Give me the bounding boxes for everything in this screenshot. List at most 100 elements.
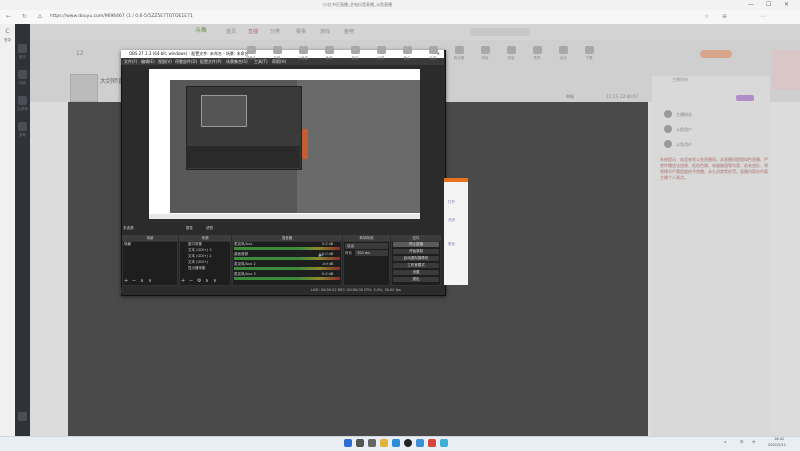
clock-date[interactable]: 2022/2/11 bbox=[768, 443, 786, 447]
streamer-avatar[interactable] bbox=[70, 74, 98, 102]
menu-profile[interactable]: 配置文件(P) bbox=[200, 58, 222, 65]
category-item[interactable]: 下载 bbox=[578, 46, 600, 61]
remove-scene-button[interactable]: − bbox=[132, 278, 136, 284]
settings-icon[interactable]: ⋯ bbox=[760, 13, 766, 20]
ime-indicator[interactable]: 中 bbox=[740, 440, 744, 445]
url-input[interactable]: https://www.douyu.com/9696467 (1 / 0.6-5… bbox=[50, 12, 330, 21]
scene-down-button[interactable]: ∨ bbox=[148, 278, 152, 284]
scene-up-button[interactable]: ∧ bbox=[140, 278, 144, 284]
speaker-icon[interactable]: 🔈 bbox=[318, 252, 324, 258]
photos-icon[interactable] bbox=[440, 439, 448, 447]
menu-view[interactable]: 视图(V) bbox=[158, 58, 172, 65]
menu-docks[interactable]: 停靠部件(D) bbox=[175, 58, 197, 65]
edge-icon[interactable] bbox=[392, 439, 400, 447]
category-item[interactable]: 贵族 bbox=[474, 46, 496, 61]
scene-item[interactable]: 场景 bbox=[124, 242, 131, 247]
minimize-button[interactable]: — bbox=[748, 1, 754, 8]
studio-mode-button[interactable]: 工作室模式 bbox=[393, 263, 439, 268]
report-button[interactable]: 举报 bbox=[566, 94, 574, 100]
source-down-button[interactable]: ∨ bbox=[213, 278, 217, 284]
category-item[interactable]: 鱼吧 bbox=[318, 46, 340, 61]
settings-button[interactable]: 设置 bbox=[393, 270, 439, 275]
category-item[interactable]: 开播 bbox=[266, 46, 288, 61]
source-item[interactable]: 窗口采集 bbox=[181, 242, 236, 247]
menu-file[interactable]: 文件(F) bbox=[124, 58, 137, 65]
nested-obs-preview bbox=[201, 95, 247, 127]
nav-item-live[interactable]: 直播 bbox=[248, 28, 258, 35]
popup-line[interactable]: 打开 bbox=[448, 200, 455, 205]
nav-item-forum[interactable]: 鱼吧 bbox=[344, 28, 354, 35]
source-item[interactable]: 显示器采集 bbox=[181, 266, 236, 271]
source-settings-icon[interactable]: ⚙ bbox=[197, 278, 201, 284]
game-icon[interactable] bbox=[18, 122, 27, 131]
category-icon bbox=[272, 46, 282, 54]
exit-button[interactable]: 退出 bbox=[393, 277, 439, 282]
sidebar-user[interactable]: 登录 bbox=[2, 38, 13, 43]
source-item[interactable]: 文本 (GDI+) bbox=[181, 260, 236, 265]
source-up-button[interactable]: ∧ bbox=[205, 278, 209, 284]
add-source-button[interactable]: + bbox=[181, 278, 185, 284]
category-item[interactable]: 分享 bbox=[370, 46, 392, 61]
windows-start-icon[interactable] bbox=[344, 439, 352, 447]
category-item[interactable]: 鱼丸 bbox=[396, 46, 418, 61]
back-icon[interactable]: ← bbox=[6, 13, 11, 20]
category-item[interactable]: 任务 bbox=[344, 46, 366, 61]
taskview-icon[interactable] bbox=[368, 439, 376, 447]
leftbar-item-cloud[interactable]: 云游戏 bbox=[17, 107, 28, 112]
properties-button[interactable]: 属性 bbox=[186, 226, 193, 231]
category-item[interactable]: 礼物 bbox=[422, 46, 444, 61]
chrome-icon[interactable] bbox=[428, 439, 436, 447]
virtual-camera-button[interactable]: 启动虚拟摄像机 bbox=[393, 256, 439, 261]
leftbar-item-home[interactable]: 首页 bbox=[17, 55, 28, 60]
remove-source-button[interactable]: − bbox=[189, 278, 193, 284]
maximize-button[interactable]: ☐ bbox=[766, 1, 771, 8]
bookmark-icon[interactable]: ☆ bbox=[704, 13, 709, 20]
source-item[interactable]: 文本 (GDI+) 3 bbox=[181, 248, 236, 253]
obs-icon[interactable] bbox=[404, 439, 412, 447]
transition-select[interactable]: 淡出 bbox=[345, 243, 388, 249]
extensions-icon[interactable]: ⊕ bbox=[722, 13, 727, 20]
nav-item-home[interactable]: 首页 bbox=[226, 28, 236, 35]
store-icon[interactable] bbox=[416, 439, 424, 447]
category-item[interactable]: 粉丝团 bbox=[448, 46, 470, 61]
start-recording-button[interactable]: 开始录制 bbox=[393, 249, 439, 254]
category-item[interactable]: 活动 bbox=[552, 46, 574, 61]
close-button[interactable]: ✕ bbox=[784, 1, 789, 8]
duration-input[interactable]: 300 ms bbox=[355, 250, 388, 256]
add-scene-button[interactable]: + bbox=[124, 278, 128, 284]
wifi-icon[interactable]: ◔ bbox=[752, 440, 755, 444]
menu-edit[interactable]: 编辑(E) bbox=[141, 58, 155, 65]
filters-button[interactable]: 滤镜 bbox=[206, 226, 213, 231]
nav-item-games[interactable]: 游戏 bbox=[320, 28, 330, 35]
promo-banner[interactable] bbox=[772, 50, 800, 90]
search-icon[interactable] bbox=[356, 439, 364, 447]
site-logo[interactable]: 斗鱼 bbox=[195, 25, 219, 37]
search-input[interactable] bbox=[470, 28, 530, 36]
clock-time[interactable]: 16:42 bbox=[774, 437, 784, 441]
mixer-channel-db: 0.0 dB bbox=[322, 272, 334, 276]
category-item[interactable]: 勋章 bbox=[526, 46, 548, 61]
obs-statusbar: LIVE: 00:00:22 REC: 00:00:00 CPU: 3.4%, … bbox=[121, 287, 444, 294]
popup-line[interactable]: 关闭 bbox=[448, 218, 455, 223]
category-item[interactable]: 领鱼丸 bbox=[240, 46, 262, 61]
category-item[interactable]: 充值 bbox=[500, 46, 522, 61]
tray-chevron-icon[interactable]: ∧ bbox=[724, 440, 727, 444]
chat-tab-rank[interactable]: 主播榜单 bbox=[672, 77, 688, 83]
cloud-game-icon[interactable] bbox=[18, 96, 27, 105]
sidebar-logo-icon[interactable]: C bbox=[2, 28, 13, 35]
collapse-icon[interactable] bbox=[18, 412, 27, 421]
open-stream-button[interactable] bbox=[700, 50, 732, 58]
home-icon[interactable] bbox=[18, 44, 27, 53]
category-item[interactable]: 斗鱼星 bbox=[292, 46, 314, 61]
refresh-icon[interactable]: ↻ bbox=[22, 13, 27, 20]
stop-streaming-button[interactable]: 停止直播 bbox=[393, 242, 439, 247]
leftbar-item-feed[interactable]: 动态 bbox=[17, 81, 28, 86]
nav-item-category[interactable]: 分类 bbox=[270, 28, 280, 35]
explorer-icon[interactable] bbox=[380, 439, 388, 447]
leftbar-item-game[interactable]: 游戏 bbox=[17, 133, 28, 138]
source-item[interactable]: 文本 (GDI+) 2 bbox=[181, 254, 236, 259]
browser-tab-title: （小红书打直播_艺电抖音直播_斗鱼直播 bbox=[320, 2, 392, 7]
feed-icon[interactable] bbox=[18, 70, 27, 79]
popup-line[interactable]: 更多 bbox=[448, 242, 455, 247]
nav-item-events[interactable]: 赛事 bbox=[296, 28, 306, 35]
